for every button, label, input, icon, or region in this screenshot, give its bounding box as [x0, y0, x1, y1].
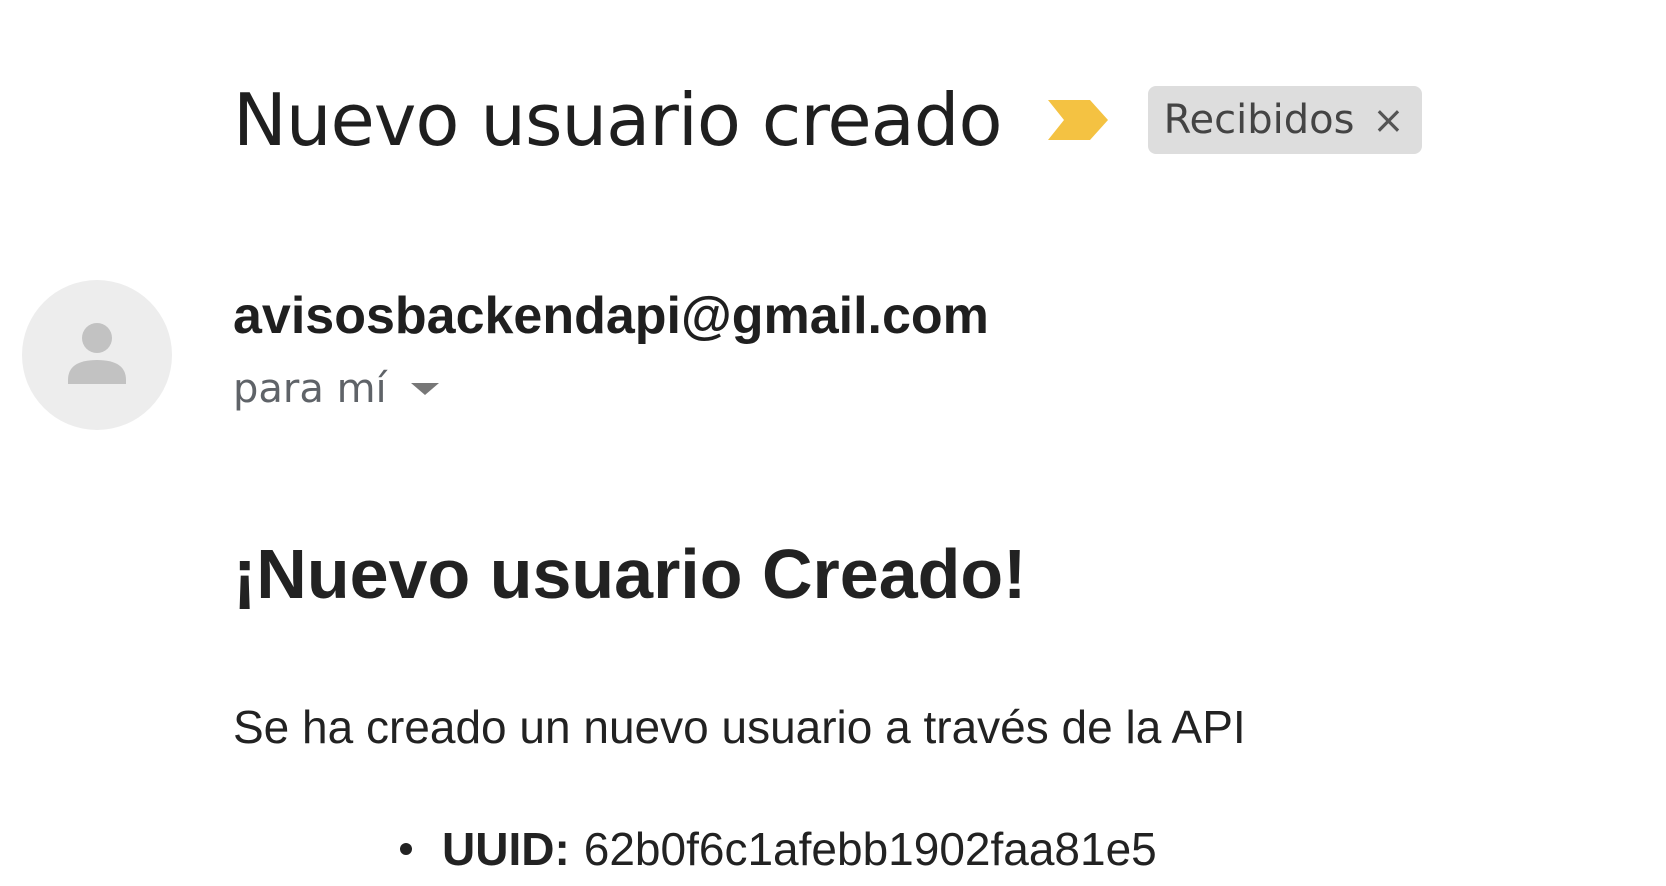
detail-value: 62b0f6c1afebb1902faa81e5: [583, 823, 1157, 875]
details-list: UUID: 62b0f6c1afebb1902faa81e5: [400, 822, 1157, 876]
recipient-details-toggle[interactable]: para mí: [233, 366, 439, 412]
email-body-heading: ¡Nuevo usuario Creado!: [233, 535, 1027, 613]
sender-email[interactable]: avisosbackendapi@gmail.com: [233, 286, 989, 346]
subject-header: Nuevo usuario creado Recibidos ×: [233, 70, 1423, 170]
bullet-icon: [400, 843, 412, 855]
importance-marker-icon[interactable]: [1046, 96, 1110, 144]
caret-down-icon[interactable]: [410, 383, 439, 395]
person-placeholder-icon: [68, 323, 126, 384]
sender-avatar[interactable]: [22, 280, 172, 430]
label-chip-inbox[interactable]: Recibidos ×: [1147, 86, 1423, 154]
subject-title: Nuevo usuario creado: [233, 78, 1003, 162]
label-chip-text: Recibidos: [1163, 97, 1355, 143]
detail-key: UUID:: [442, 823, 570, 875]
email-body-paragraph: Se ha creado un nuevo usuario a través d…: [233, 701, 1246, 753]
remove-label-close-icon[interactable]: ×: [1372, 101, 1404, 139]
recipient-label: para mí: [233, 366, 387, 412]
list-item: UUID: 62b0f6c1afebb1902faa81e5: [400, 822, 1157, 876]
